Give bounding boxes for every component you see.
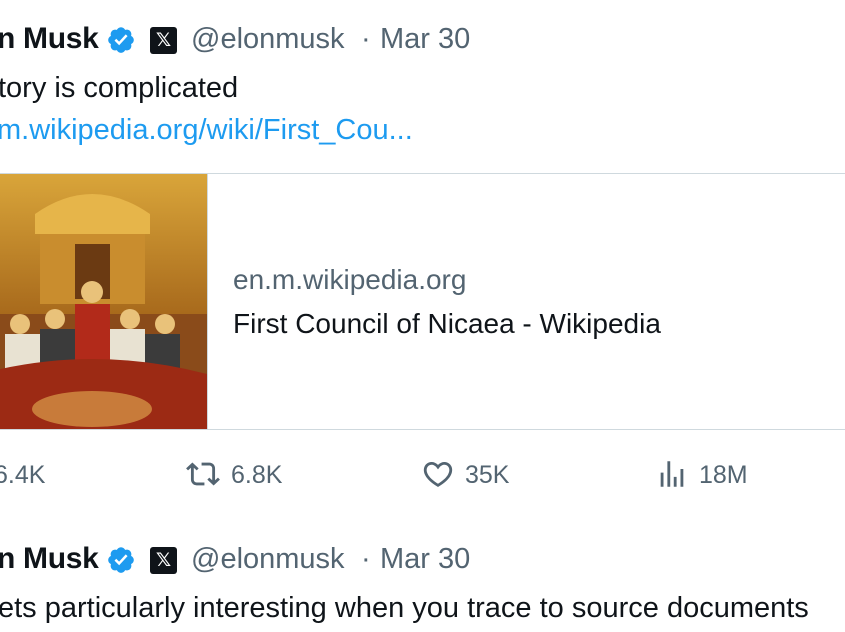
author-name[interactable]: n Musk [0,22,99,56]
tweet-link[interactable]: m.wikipedia.org/wiki/First_Cou... [0,114,413,147]
author-handle[interactable]: @elonmusk [191,23,345,56]
tweet-text: ets particularly interesting when you tr… [0,592,809,624]
card-domain: en.m.wikipedia.org [233,264,467,295]
author-name[interactable]: n Musk [0,542,99,576]
retweet-count[interactable]: 6.8K [231,461,282,490]
author-handle[interactable]: @elonmusk [191,543,345,576]
tweet-text: tory is complicated [0,72,239,104]
like-heart-icon[interactable] [421,457,455,491]
x-affiliate-badge-icon: 𝕏 [150,27,177,54]
like-count[interactable]: 35K [465,461,509,490]
card-title: First Council of Nicaea - Wikipedia [233,308,661,339]
header-separator: · [361,543,371,575]
verified-badge-icon [108,547,134,573]
retweet-icon[interactable] [186,457,220,491]
reply-count[interactable]: 6.4K [0,461,45,490]
card-thumbnail-image [0,174,208,429]
tweet-date[interactable]: Mar 30 [380,543,470,576]
views-chart-icon[interactable] [655,457,689,491]
verified-badge-icon [108,27,134,53]
painting-thumbnail-icon [0,174,207,429]
tweet-date[interactable]: Mar 30 [380,23,470,56]
views-count[interactable]: 18M [699,461,748,490]
header-separator: · [361,23,371,55]
link-preview-card[interactable]: en.m.wikipedia.org First Council of Nica… [0,173,845,430]
x-affiliate-badge-icon: 𝕏 [150,547,177,574]
